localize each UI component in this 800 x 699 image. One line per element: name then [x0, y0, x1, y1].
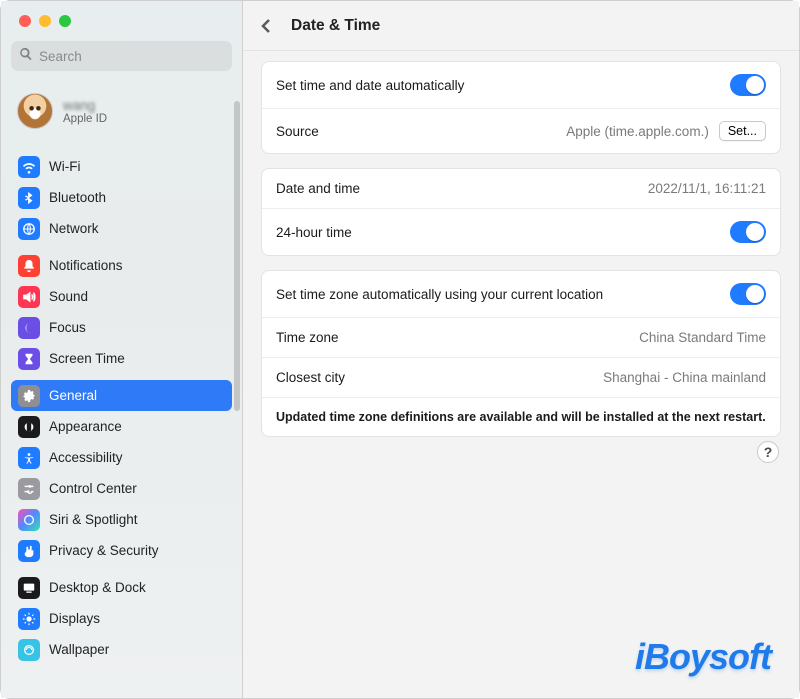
sidebar-item-label: Accessibility — [49, 450, 123, 465]
row-label: Source — [276, 124, 319, 139]
bell-icon — [18, 255, 40, 277]
row-label: Closest city — [276, 370, 345, 385]
sidebar-item-label: Wi-Fi — [49, 159, 80, 174]
search-icon — [19, 47, 39, 66]
wifi-icon — [18, 156, 40, 178]
sidebar-item-wifi[interactable]: Wi-Fi — [11, 151, 232, 182]
sidebar-item-label: Privacy & Security — [49, 543, 159, 558]
content-body: Set time and date automatically Source A… — [243, 51, 799, 698]
row-source: Source Apple (time.apple.com.) Set... — [262, 108, 780, 153]
sidebar-item-sound[interactable]: Sound — [11, 281, 232, 312]
sidebar-item-label: Bluetooth — [49, 190, 106, 205]
content-header: Date & Time — [243, 1, 799, 51]
tz-value: China Standard Time — [639, 330, 766, 345]
appearance-icon — [18, 416, 40, 438]
sidebar-item-displays[interactable]: Displays — [11, 603, 232, 634]
sidebar-nav: Wi-Fi Bluetooth Network Notifications — [1, 145, 242, 665]
row-tz: Time zone China Standard Time — [262, 317, 780, 357]
wallpaper-icon — [18, 639, 40, 661]
sidebar-item-label: Sound — [49, 289, 88, 304]
accessibility-icon — [18, 447, 40, 469]
content-pane: Date & Time Set time and date automatica… — [243, 1, 799, 698]
sidebar-item-accessibility[interactable]: Accessibility — [11, 442, 232, 473]
sidebar-item-network[interactable]: Network — [11, 213, 232, 244]
sidebar-scrollbar[interactable] — [234, 101, 240, 411]
system-settings-window: wang Apple ID Wi-Fi Bluetooth Network — [0, 0, 800, 699]
gear-icon — [18, 385, 40, 407]
search-field[interactable] — [11, 41, 232, 71]
toggle-auto-time[interactable] — [730, 74, 766, 96]
date-time-value: 2022/11/1, 16:11:21 — [648, 181, 766, 196]
bluetooth-icon — [18, 187, 40, 209]
sidebar-item-label: Desktop & Dock — [49, 580, 146, 595]
sidebar-item-appearance[interactable]: Appearance — [11, 411, 232, 442]
row-auto-tz: Set time zone automatically using your c… — [262, 271, 780, 317]
minimize-window-button[interactable] — [39, 15, 51, 27]
set-source-button[interactable]: Set... — [719, 121, 766, 141]
sound-icon — [18, 286, 40, 308]
row-24-hour: 24-hour time — [262, 208, 780, 255]
sidebar-item-label: Wallpaper — [49, 642, 109, 657]
row-auto-time: Set time and date automatically — [262, 62, 780, 108]
watermark: iBoysoft — [635, 636, 771, 678]
sidebar-item-label: Appearance — [49, 419, 122, 434]
hand-icon — [18, 540, 40, 562]
sidebar-item-siri-spotlight[interactable]: Siri & Spotlight — [11, 504, 232, 535]
tz-update-note: Updated time zone definitions are availa… — [262, 397, 780, 436]
sidebar-item-label: Focus — [49, 320, 86, 335]
sidebar-item-label: Displays — [49, 611, 100, 626]
displays-icon — [18, 608, 40, 630]
row-label: Set time zone automatically using your c… — [276, 287, 603, 302]
account-subtitle: Apple ID — [63, 113, 107, 125]
card-time-zone: Set time zone automatically using your c… — [261, 270, 781, 437]
row-label: Time zone — [276, 330, 339, 345]
chevron-left-icon — [260, 18, 272, 34]
sidebar-item-control-center[interactable]: Control Center — [11, 473, 232, 504]
sidebar-item-label: General — [49, 388, 97, 403]
help-button[interactable]: ? — [757, 441, 779, 463]
source-value: Apple (time.apple.com.) — [566, 124, 709, 139]
sidebar-item-bluetooth[interactable]: Bluetooth — [11, 182, 232, 213]
sidebar-item-focus[interactable]: Focus — [11, 312, 232, 343]
sidebar-item-notifications[interactable]: Notifications — [11, 250, 232, 281]
row-label: Set time and date automatically — [276, 78, 464, 93]
card-time-source: Set time and date automatically Source A… — [261, 61, 781, 154]
network-icon — [18, 218, 40, 240]
account-name: wang — [63, 98, 107, 113]
apple-id-row[interactable]: wang Apple ID — [1, 79, 242, 145]
row-date-time: Date and time 2022/11/1, 16:11:21 — [262, 169, 780, 208]
sidebar-item-wallpaper[interactable]: Wallpaper — [11, 634, 232, 665]
page-title: Date & Time — [291, 17, 380, 35]
sidebar-item-privacy-security[interactable]: Privacy & Security — [11, 535, 232, 566]
city-value: Shanghai - China mainland — [603, 370, 766, 385]
window-controls — [1, 1, 242, 37]
close-window-button[interactable] — [19, 15, 31, 27]
sidebar-item-screen-time[interactable]: Screen Time — [11, 343, 232, 374]
back-button[interactable] — [255, 15, 277, 37]
row-label: Date and time — [276, 181, 360, 196]
sidebar-item-general[interactable]: General — [11, 380, 232, 411]
siri-icon — [18, 509, 40, 531]
sidebar-item-label: Notifications — [49, 258, 123, 273]
avatar — [17, 93, 53, 129]
sidebar: wang Apple ID Wi-Fi Bluetooth Network — [1, 1, 243, 698]
sidebar-item-label: Siri & Spotlight — [49, 512, 138, 527]
search-input[interactable] — [39, 49, 224, 64]
sidebar-item-desktop-dock[interactable]: Desktop & Dock — [11, 572, 232, 603]
row-closest-city: Closest city Shanghai - China mainland — [262, 357, 780, 397]
card-date-time: Date and time 2022/11/1, 16:11:21 24-hou… — [261, 168, 781, 256]
control-center-icon — [18, 478, 40, 500]
toggle-24-hour[interactable] — [730, 221, 766, 243]
row-label: 24-hour time — [276, 225, 352, 240]
desktop-icon — [18, 577, 40, 599]
sidebar-item-label: Screen Time — [49, 351, 125, 366]
sidebar-item-label: Control Center — [49, 481, 137, 496]
sidebar-item-label: Network — [49, 221, 99, 236]
zoom-window-button[interactable] — [59, 15, 71, 27]
moon-icon — [18, 317, 40, 339]
toggle-auto-tz[interactable] — [730, 283, 766, 305]
hourglass-icon — [18, 348, 40, 370]
